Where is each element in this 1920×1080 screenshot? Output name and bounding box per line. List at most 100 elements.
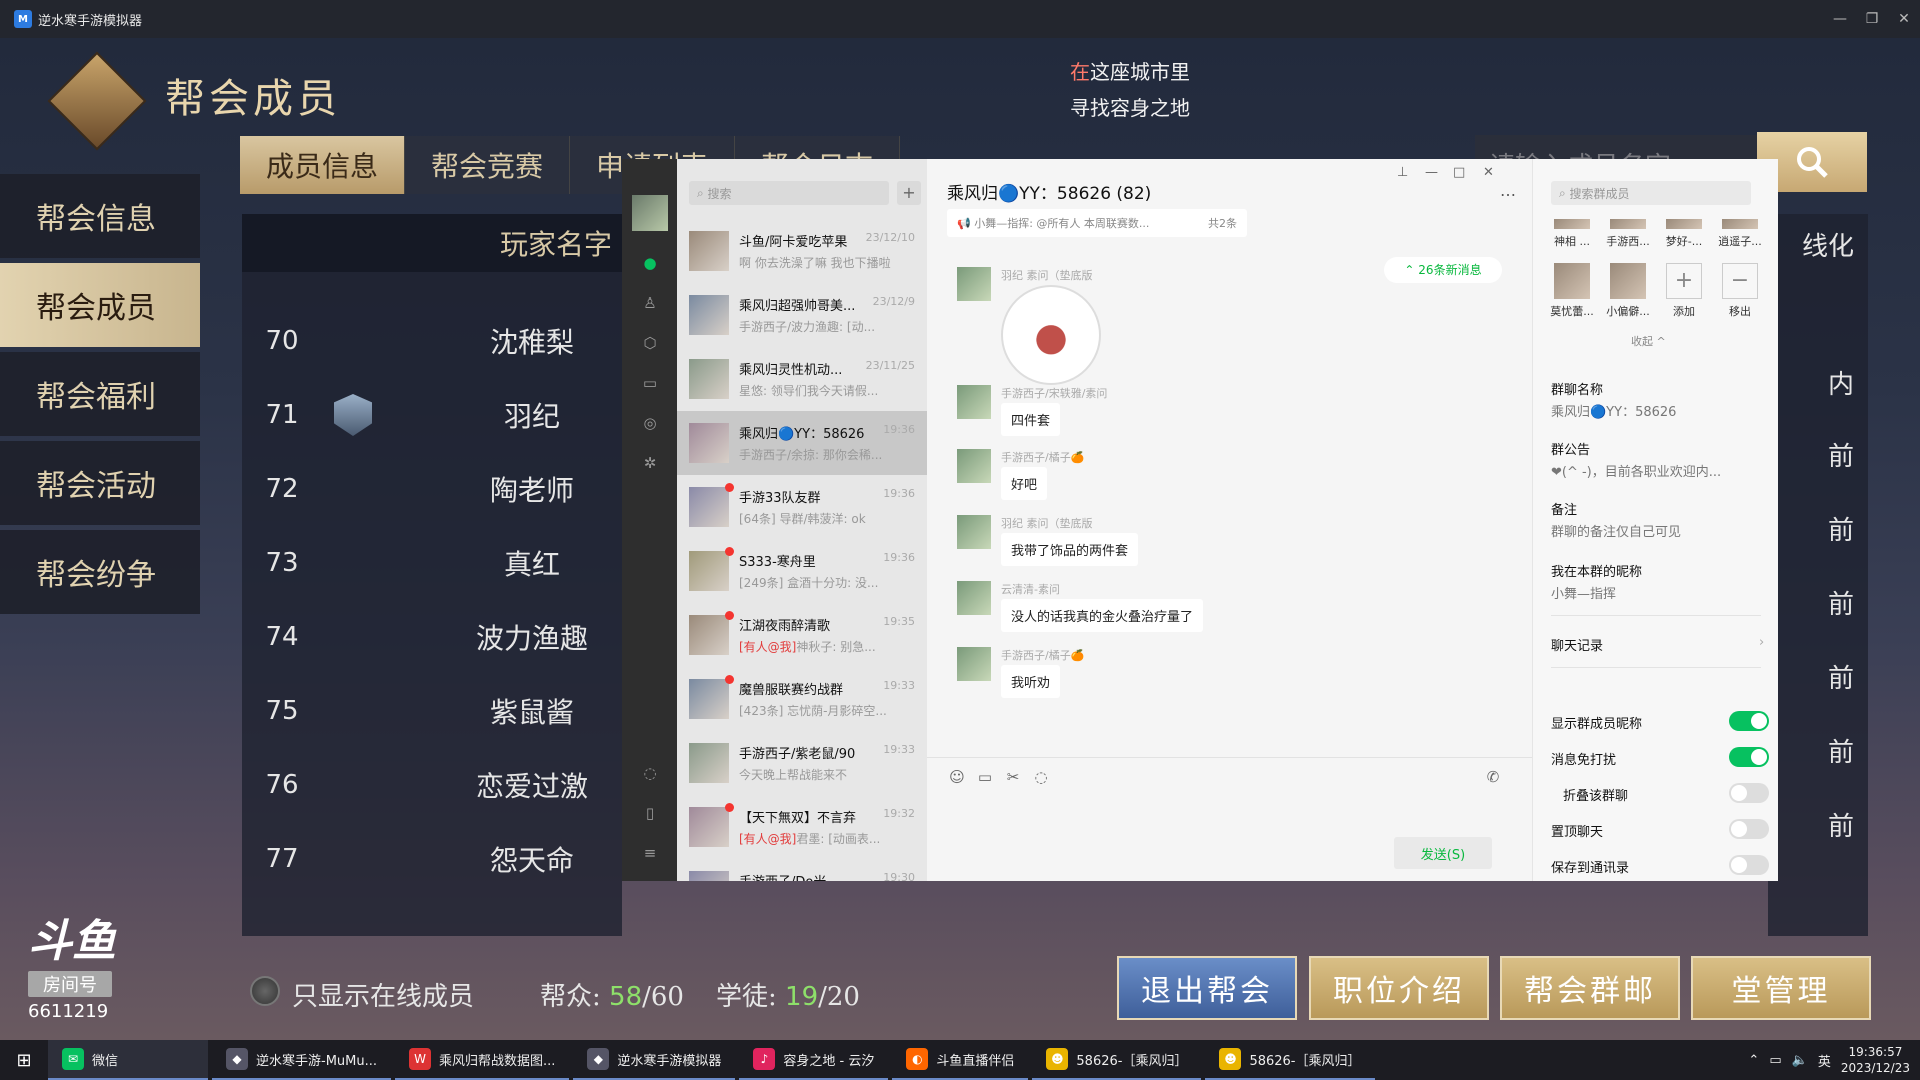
sender-avatar[interactable] bbox=[957, 647, 991, 681]
sender-avatar[interactable] bbox=[957, 267, 991, 301]
conversation-item[interactable]: 乘风归超强帅哥美... 23/12/9 手游西子/波力渔趣: [动... bbox=[677, 283, 927, 347]
conversation-item[interactable]: S333-寒舟里 19:36 [249条] 盒酒十分功: 没... bbox=[677, 539, 927, 603]
conversation-item[interactable]: 江湖夜雨醉清歌 19:35 [有人@我]神秋子: 别急... bbox=[677, 603, 927, 667]
new-messages-button[interactable]: ⌃ 26条新消息 bbox=[1384, 257, 1502, 283]
guild-mail-button[interactable]: 帮会群邮 bbox=[1500, 956, 1680, 1020]
table-row[interactable]: 70 沈稚梨 bbox=[242, 304, 622, 378]
close-icon[interactable]: ✕ bbox=[1888, 0, 1920, 38]
group-member[interactable]: 神相 ... bbox=[1547, 219, 1597, 249]
tab-member-info[interactable]: 成员信息 bbox=[240, 136, 406, 194]
phone-icon[interactable]: ▯ bbox=[640, 803, 660, 823]
save-to-contacts-toggle[interactable] bbox=[1729, 855, 1769, 875]
conversation-item[interactable]: 手游西子/紫老鼠/90 19:33 今天晚上帮战能来不 bbox=[677, 731, 927, 795]
clock[interactable]: 19:36:57 2023/12/23 bbox=[1841, 1044, 1910, 1076]
table-row[interactable]: 72 陶老师 bbox=[242, 452, 622, 526]
table-row[interactable]: 71 羽纪 bbox=[242, 378, 622, 452]
mute-toggle[interactable] bbox=[1729, 747, 1769, 767]
ime-indicator[interactable]: 英 bbox=[1818, 1051, 1831, 1070]
search-input[interactable]: ⌕ 搜索 bbox=[689, 181, 889, 205]
chevron-up-icon[interactable]: ⌃ bbox=[1748, 1053, 1759, 1068]
message-bubble[interactable]: 没人的话我真的金火叠治疗量了 bbox=[1001, 599, 1204, 632]
message-bubble[interactable]: 四件套 bbox=[1001, 403, 1061, 436]
avatar[interactable] bbox=[632, 195, 668, 231]
message-bubble[interactable]: 好吧 bbox=[1001, 467, 1048, 500]
sender-avatar[interactable] bbox=[957, 515, 991, 549]
leave-guild-button[interactable]: 退出帮会 bbox=[1117, 956, 1297, 1020]
message-bubble[interactable]: 我听劝 bbox=[1001, 665, 1061, 698]
sender-avatar[interactable] bbox=[957, 581, 991, 615]
taskbar-item-yy-1[interactable]: ☻ 58626-［乘风归］ bbox=[1032, 1040, 1202, 1080]
sender-avatar[interactable] bbox=[957, 385, 991, 419]
contacts-icon[interactable]: ♙ bbox=[640, 293, 660, 313]
conversation-item[interactable]: 【天下無双】不言弃 19:32 [有人@我]君墨: [动画表... bbox=[677, 795, 927, 859]
minimize-icon[interactable]: — bbox=[1425, 165, 1438, 180]
group-name-value[interactable]: 乘风归🔵YY：58626 bbox=[1551, 401, 1761, 420]
group-member[interactable]: 小偏僻... bbox=[1603, 263, 1653, 319]
send-button[interactable]: 发送(S) bbox=[1394, 837, 1492, 869]
files-icon[interactable]: ▭ bbox=[640, 373, 660, 393]
taskbar-item-yy-2[interactable]: ☻ 58626-［乘风归］ bbox=[1205, 1040, 1375, 1080]
network-icon[interactable]: ▭ bbox=[1769, 1053, 1781, 1068]
tab-guild-contest[interactable]: 帮会竞赛 bbox=[405, 136, 571, 194]
collapse-button[interactable]: 收起 ^ bbox=[1631, 333, 1666, 349]
group-member[interactable]: 梦好-... bbox=[1659, 219, 1709, 249]
side-item-guild-activities[interactable]: 帮会活动 bbox=[0, 441, 200, 525]
table-row[interactable]: 73 真红 bbox=[242, 526, 622, 600]
scissors-icon[interactable]: ✂ bbox=[1003, 767, 1023, 787]
close-icon[interactable]: ✕ bbox=[1483, 165, 1494, 180]
table-row[interactable]: 76 恋爱过激 bbox=[242, 748, 622, 822]
remark-value[interactable]: 群聊的备注仅自己可见 bbox=[1551, 521, 1761, 540]
chat-history-icon[interactable]: ◌ bbox=[1031, 767, 1051, 787]
maximize-icon[interactable]: □ bbox=[1453, 165, 1465, 180]
minimize-icon[interactable]: — bbox=[1824, 0, 1856, 38]
online-only-radio[interactable] bbox=[250, 976, 280, 1006]
fold-chat-toggle[interactable] bbox=[1729, 783, 1769, 803]
group-notice-bar[interactable]: 📢 小舞—指挥: @所有人 本周联赛数... 共2条 bbox=[947, 209, 1247, 237]
taskbar-item-douyu[interactable]: ◐ 斗鱼直播伴侣 bbox=[892, 1040, 1029, 1080]
pin-icon[interactable]: ⊥ bbox=[1397, 165, 1408, 180]
taskbar-item-mumu[interactable]: ◆ 逆水寒手游-MuMu... bbox=[212, 1040, 391, 1080]
nickname-value[interactable]: 小舞—指挥 bbox=[1551, 583, 1761, 602]
group-member[interactable]: 手游西... bbox=[1603, 219, 1653, 249]
conversation-item[interactable]: 斗鱼/阿卡爱吃苹果 23/12/10 啊 你去洗澡了嘛 我也下播啦 bbox=[677, 219, 927, 283]
table-row[interactable]: 75 紫鼠酱 bbox=[242, 674, 622, 748]
taskbar-item-wps[interactable]: W 乘风归帮战数据图... bbox=[395, 1040, 570, 1080]
sticker-image[interactable] bbox=[1001, 285, 1101, 385]
side-item-guild-members[interactable]: 帮会成员 bbox=[0, 263, 200, 347]
more-icon[interactable]: … bbox=[1500, 181, 1516, 200]
side-item-guild-info[interactable]: 帮会信息 bbox=[0, 174, 200, 258]
conversation-item[interactable]: 魔兽服联赛约战群 19:33 [423条] 忘忧荫-月影碎空... bbox=[677, 667, 927, 731]
menu-icon[interactable]: ≡ bbox=[640, 843, 660, 863]
conversation-item[interactable]: 乘风归灵性机动... 23/11/25 星悠: 领导们我今天请假... bbox=[677, 347, 927, 411]
show-nicknames-toggle[interactable] bbox=[1729, 711, 1769, 731]
table-row[interactable]: 74 波力渔趣 bbox=[242, 600, 622, 674]
taskbar-item-emulator[interactable]: ◆ 逆水寒手游模拟器 bbox=[573, 1040, 736, 1080]
pin-chat-toggle[interactable] bbox=[1729, 819, 1769, 839]
side-item-guild-welfare[interactable]: 帮会福利 bbox=[0, 352, 200, 436]
taskbar-item-music[interactable]: ♪ 容身之地 - 云汐 bbox=[739, 1040, 889, 1080]
hall-management-button[interactable]: 堂管理 bbox=[1691, 956, 1871, 1020]
emoji-icon[interactable]: ☺ bbox=[947, 767, 967, 787]
message-bubble[interactable]: 我带了饰品的两件套 bbox=[1001, 533, 1139, 566]
new-chat-button[interactable]: + bbox=[897, 181, 921, 205]
group-member[interactable]: 逍遥子... bbox=[1715, 219, 1765, 249]
conversation-item[interactable]: 乘风归🔵YY：58626 19:36 手游西子/余掠: 那你会稀... bbox=[677, 411, 927, 475]
mini-program-icon[interactable]: ◌ bbox=[640, 763, 660, 783]
voice-call-icon[interactable]: ✆ bbox=[1483, 767, 1503, 787]
chat-history-link[interactable]: 聊天记录 bbox=[1551, 635, 1603, 654]
taskbar-item-wechat[interactable]: ✉ 微信 bbox=[48, 1040, 208, 1080]
volume-icon[interactable]: 🔈 bbox=[1792, 1053, 1808, 1068]
conversation-item[interactable]: 手游西子/Do米 19:30 bbox=[677, 859, 927, 881]
position-intro-button[interactable]: 职位介绍 bbox=[1309, 956, 1489, 1020]
add-member-button[interactable]: + 添加 bbox=[1659, 263, 1709, 319]
sender-avatar[interactable] bbox=[957, 449, 991, 483]
announcement-value[interactable]: ❤(^ -)，目前各职业欢迎内... bbox=[1551, 461, 1761, 480]
windows-start-icon[interactable]: ⊞ bbox=[0, 1040, 48, 1080]
side-item-guild-disputes[interactable]: 帮会纷争 bbox=[0, 530, 200, 614]
discover-icon[interactable]: ✲ bbox=[640, 453, 660, 473]
member-search-input[interactable]: ⌕ 搜索群成员 bbox=[1551, 181, 1751, 205]
chat-icon[interactable]: ● bbox=[640, 253, 660, 273]
restore-icon[interactable]: ❐ bbox=[1856, 0, 1888, 38]
conversation-item[interactable]: 手游33队友群 19:36 [64条] 导群/韩菠洋: ok bbox=[677, 475, 927, 539]
group-member[interactable]: 莫忧蕾... bbox=[1547, 263, 1597, 319]
